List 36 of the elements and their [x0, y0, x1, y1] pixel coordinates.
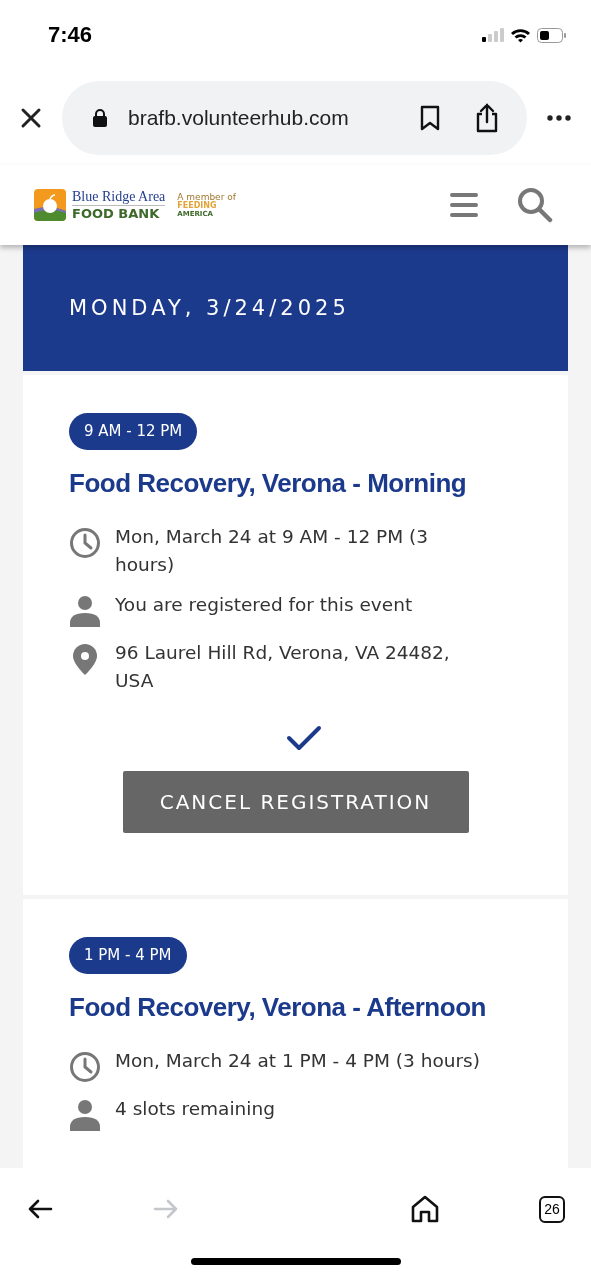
signal-icon: [482, 28, 504, 42]
share-icon[interactable]: [475, 102, 499, 133]
status-time: 7:46: [48, 22, 93, 48]
url-text: brafb.volunteerhub.com: [128, 105, 350, 130]
back-arrow-icon[interactable]: [27, 1198, 53, 1220]
partner-tagline: A member of: [177, 192, 236, 202]
event-title-link[interactable]: Food Recovery, Verona - Afternoon: [69, 992, 486, 1023]
logo-text: FOOD BANK: [72, 205, 161, 222]
home-icon[interactable]: [411, 1195, 439, 1223]
wifi-icon: [510, 27, 531, 43]
address-bar[interactable]: brafb.volunteerhub.com: [62, 80, 527, 155]
event-detail-text: 4 slots remaining: [115, 1097, 275, 1121]
time-badge: 1 PM - 4 PM: [69, 937, 187, 974]
tab-count-button[interactable]: 26: [539, 1195, 565, 1223]
event-detail-text: You are registered for this event: [115, 593, 413, 617]
event-title-link[interactable]: Food Recovery, Verona - Morning: [69, 468, 467, 499]
search-icon[interactable]: [517, 187, 553, 223]
clock-icon: [69, 1051, 101, 1083]
person-icon: [69, 595, 101, 627]
event-detail-text: 96 Laurel Hill Rd, Verona, VA 24482, USA: [115, 641, 451, 693]
clock-icon: [69, 527, 101, 559]
apple-logo-icon: [34, 189, 66, 221]
close-icon[interactable]: [20, 106, 42, 129]
time-badge: 9 AM - 12 PM: [69, 413, 198, 450]
bookmark-icon[interactable]: [419, 104, 441, 131]
event-detail-text: Mon, March 24 at 1 PM - 4 PM (3 hours): [115, 1049, 480, 1073]
more-icon[interactable]: [547, 114, 571, 121]
menu-icon[interactable]: [449, 192, 479, 218]
date-heading: MONDAY, 3/24/2025: [69, 296, 350, 320]
logo-text: Blue Ridge Area: [72, 188, 166, 206]
lock-icon: [92, 108, 108, 127]
person-icon: [69, 1099, 101, 1131]
partner-logo-text: FEEDING: [177, 202, 217, 210]
cancel-registration-button[interactable]: CANCEL REGISTRATION: [122, 771, 469, 833]
battery-icon: [537, 27, 567, 43]
event-detail-text: Mon, March 24 at 9 AM - 12 PM (3 hours): [115, 525, 430, 577]
